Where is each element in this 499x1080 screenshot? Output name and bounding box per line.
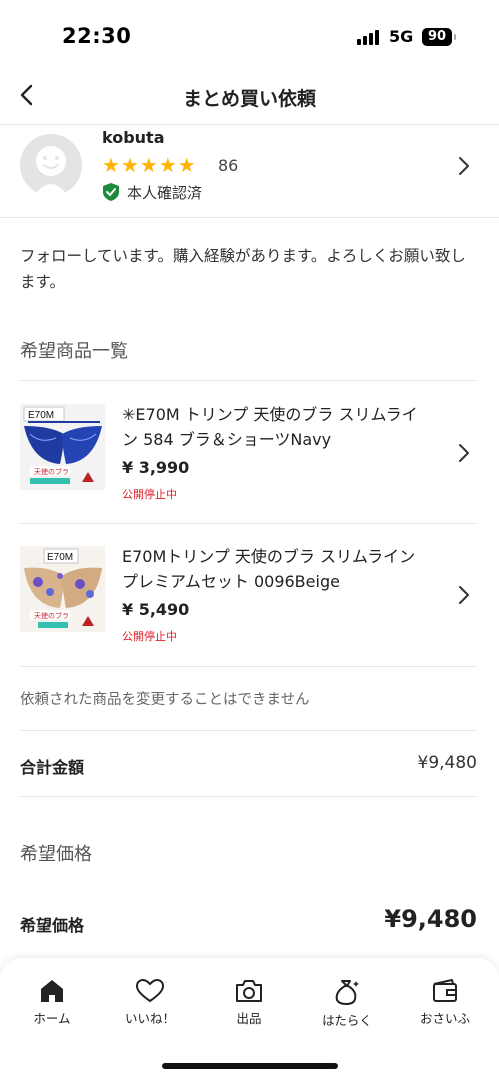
desired-price-heading: 希望価格 [20,844,92,865]
divider [20,380,477,381]
request-message: フォローしています。購入経験があります。よろしくお願い致します。 [20,247,466,291]
bra-navy-image: E70M 天使のブラ [20,404,105,490]
chevron-right-icon [459,157,469,175]
tab-label: おさいふ [419,1011,470,1026]
desired-price-value: ¥9,480 [384,905,477,933]
tab-home[interactable]: ホーム [7,978,97,1032]
camera-icon [236,980,262,1002]
svg-text:E70M: E70M [47,552,73,563]
chevron-right-icon [459,444,469,462]
status-bar: 22:30 5G 90 [0,0,499,70]
item-name: ✳︎E70M トリンプ 天使のブラ スリムライン 584 ブラ＆ショーツNavy [122,405,418,449]
tab-wallet[interactable]: おさいふ [400,978,490,1032]
tab-sell[interactable]: 出品 [204,978,294,1032]
heart-icon [135,978,165,1003]
network-label: 5G [389,27,414,46]
signal-icon [357,30,383,45]
tab-bar: ホーム いいね！ 出品 はたらく おさいふ [0,958,499,1080]
item-thumbnail: E70M 天使のブラ [20,546,105,632]
item-thumbnail: E70M 天使のブラ [20,404,105,490]
star-icon: ★ [177,153,196,177]
change-note: 依頼された商品を変更することはできません [20,692,310,708]
chevron-right-icon [459,586,469,604]
svg-text:天使のブラ: 天使のブラ [34,611,69,620]
battery-tip [454,34,456,40]
home-indicator [162,1063,338,1069]
list-item[interactable]: E70M 天使のブラ ✳︎E70M トリンプ 天使のブラ スリムライン 584 … [0,382,499,524]
divider [0,217,499,218]
total-label: 合計金額 [20,758,85,777]
items-heading: 希望商品一覧 [20,341,128,362]
item-status: 公開停止中 [122,488,177,501]
tab-likes[interactable]: いいね！ [105,978,195,1032]
seller-profile-row[interactable]: kobuta ★★★★★ 86 本人確認済 [0,126,499,214]
item-name: E70Mトリンプ 天使のブラ スリムライン プレミアムセット 0096Beige [122,547,416,591]
list-item[interactable]: E70M 天使のブラ E70Mトリンプ 天使のブラ スリムライン プレミアムセッ… [0,524,499,666]
rating-count: 86 [218,156,239,175]
battery-icon: 90 [422,28,452,46]
tab-label: 出品 [236,1011,262,1026]
total-value: ¥9,480 [417,753,477,773]
tab-label: ホーム [33,1011,71,1026]
star-icon: ★ [102,153,120,177]
tab-label: いいね！ [124,1011,175,1026]
home-icon [41,980,63,1002]
svg-text:E70M: E70M [28,410,54,421]
item-status: 公開停止中 [122,630,177,643]
desired-price-label: 希望価格 [20,916,85,935]
star-icon: ★ [139,153,158,177]
page-title: まとめ買い依頼 [182,88,316,110]
verified-label: 本人確認済 [127,184,203,202]
divider [20,730,477,731]
bra-beige-image: E70M 天使のブラ [20,546,105,632]
shield-check-icon [103,183,119,201]
money-bag-icon [335,980,359,1006]
rating-stars: ★★★★★ [102,155,197,175]
divider [20,796,477,797]
divider [20,666,477,667]
svg-text:天使のブラ: 天使のブラ [34,467,69,476]
tab-label: はたらく [322,1013,372,1028]
tab-work[interactable]: はたらく [302,978,392,1032]
seller-name: kobuta [102,128,165,147]
item-price: ¥ 3,990 [122,458,190,477]
wallet-icon [433,979,457,1002]
avatar [20,134,82,196]
star-icon: ★ [120,153,139,177]
item-price: ¥ 5,490 [122,600,190,619]
star-icon: ★ [158,153,177,177]
nav-bar: まとめ買い依頼 [0,70,499,125]
default-avatar-icon [20,134,82,196]
status-time: 22:30 [62,24,132,48]
